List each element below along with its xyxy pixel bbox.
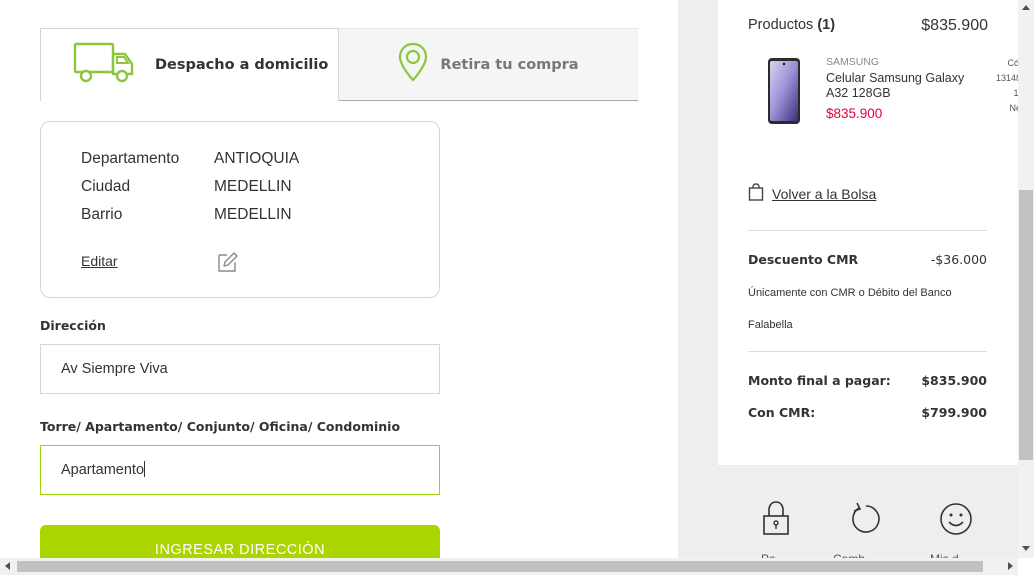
edit-address-link[interactable]: Editar <box>81 253 118 269</box>
address-key: Barrio <box>81 206 123 223</box>
product-extra-line: Códi <box>1007 58 1018 68</box>
discount-row: Descuento CMR -$36.000 <box>748 252 987 267</box>
address-row-departamento: Departamento ANTIOQUIA <box>81 150 299 168</box>
direccion-input[interactable]: Av Siempre Viva <box>40 344 440 394</box>
products-total: $835.900 <box>921 17 988 34</box>
refresh-icon <box>849 500 883 541</box>
products-title: Productos (1) <box>748 17 835 35</box>
tab-label: Retira tu compra <box>440 56 579 73</box>
pencil-icon[interactable] <box>216 251 238 278</box>
discount-note: Únicamente con CMR o Débito del Banco <box>748 287 952 299</box>
product-extra-line: 1 u <box>1013 88 1018 98</box>
product-image[interactable] <box>767 57 801 130</box>
vertical-scroll-thumb[interactable] <box>1019 190 1033 460</box>
cmr-label: Con CMR: <box>748 405 816 420</box>
scroll-left-arrow-icon[interactable] <box>5 562 10 570</box>
tab-retira[interactable]: Retira tu compra <box>339 28 638 101</box>
address-value: ANTIOQUIA <box>214 150 300 167</box>
tab-label: Despacho a domicilio <box>155 57 329 73</box>
volver-a-la-bolsa-link[interactable]: Volver a la Bolsa <box>748 183 876 204</box>
address-value: MEDELLIN <box>214 178 292 195</box>
product-name[interactable]: Celular Samsung Galaxy A32 128GB <box>826 71 986 101</box>
products-header: Productos (1) $835.900 <box>748 17 988 35</box>
address-row-ciudad: Ciudad MEDELLIN <box>81 178 292 196</box>
address-value: MEDELLIN <box>214 206 292 223</box>
scroll-up-arrow-icon[interactable] <box>1022 5 1030 10</box>
address-key: Ciudad <box>81 178 131 195</box>
address-row-barrio: Barrio MEDELLIN <box>81 206 292 224</box>
smiley-icon <box>939 500 973 541</box>
tab-despacho[interactable]: Despacho a domicilio <box>40 28 339 101</box>
shopping-bag-icon <box>748 183 764 204</box>
order-summary-card: Productos (1) $835.900 SAMSUNG Celular S… <box>718 0 1018 465</box>
scroll-down-arrow-icon[interactable] <box>1022 546 1030 551</box>
truck-icon <box>73 42 135 89</box>
text-caret <box>144 461 146 477</box>
horizontal-scroll-thumb[interactable] <box>17 561 983 572</box>
address-card: Departamento ANTIOQUIA Ciudad MEDELLIN B… <box>40 121 440 298</box>
products-label: Productos <box>748 17 814 33</box>
address-key: Departamento <box>81 150 180 167</box>
final-label: Monto final a pagar: <box>748 373 891 388</box>
product-extra-info: Códi 131481 1 u Neg <box>986 56 1018 116</box>
back-label: Volver a la Bolsa <box>772 185 877 202</box>
product-extra-line: 131481 <box>995 73 1018 83</box>
product-extra-line: Neg <box>1009 103 1018 113</box>
torre-input[interactable]: Apartamento <box>40 445 440 495</box>
discount-label: Descuento CMR <box>748 252 859 267</box>
direccion-value: Av Siempre Viva <box>61 361 168 377</box>
cmr-value: $799.900 <box>921 405 987 420</box>
discount-note: Falabella <box>748 319 793 331</box>
cmr-amount-row: Con CMR: $799.900 <box>748 405 987 420</box>
final-value: $835.900 <box>921 373 987 388</box>
direccion-label: Dirección <box>40 318 106 333</box>
discount-value: -$36.000 <box>930 252 987 267</box>
divider <box>748 351 987 352</box>
location-pin-icon <box>398 42 428 87</box>
divider <box>748 230 987 231</box>
scroll-right-arrow-icon[interactable] <box>1008 562 1013 570</box>
torre-label: Torre/ Apartamento/ Conjunto/ Oficina/ C… <box>40 419 401 434</box>
product-price: $835.900 <box>826 106 883 121</box>
delivery-tabs: Despacho a domicilio Retira tu compra <box>40 28 638 101</box>
final-amount-row: Monto final a pagar: $835.900 <box>748 373 987 388</box>
torre-value: Apartamento <box>61 462 145 478</box>
lock-icon <box>761 500 791 541</box>
product-brand: SAMSUNG <box>826 56 880 68</box>
products-count: (1) <box>817 17 836 33</box>
